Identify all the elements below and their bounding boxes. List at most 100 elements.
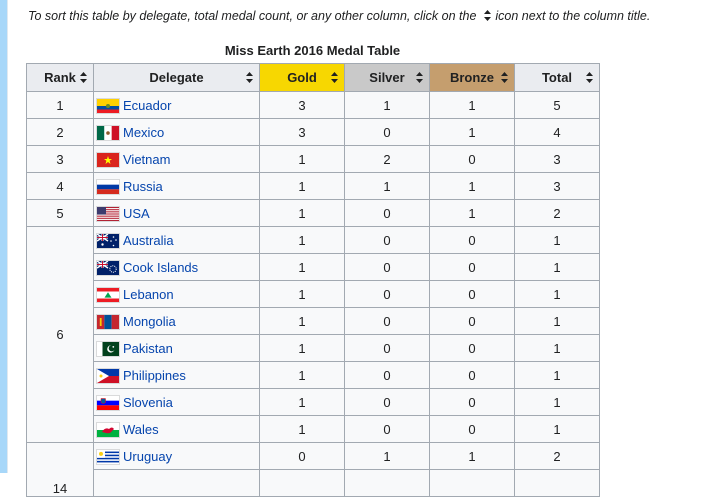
table-row: 5 USA 1 0 1 2	[26, 199, 600, 227]
silver-cell: 0	[344, 307, 430, 335]
delegate-link[interactable]: Mexico	[123, 125, 164, 140]
delegate-link[interactable]: Australia	[123, 233, 174, 248]
bronze-cell: 1	[429, 199, 515, 227]
bronze-cell: 0	[429, 334, 515, 362]
usa-flag-icon	[97, 206, 119, 221]
delegate-link[interactable]: Slovenia	[123, 395, 173, 410]
delegate-link[interactable]: Uruguay	[123, 449, 172, 464]
bronze-cell: 1	[429, 91, 515, 119]
bronze-column-header[interactable]: Bronze	[429, 63, 515, 92]
silver-cell: 0	[344, 118, 430, 146]
table-row: 2 Mexico 3 0 1 4	[26, 118, 600, 146]
table-row: Slovenia 1 0 0 1	[27, 388, 600, 416]
philippines-flag-icon	[97, 368, 119, 383]
rank-cell: 1	[26, 91, 94, 119]
delegate-link[interactable]: USA	[123, 206, 150, 221]
delegate-column-header[interactable]: Delegate	[93, 63, 260, 92]
bronze-cell: 0	[429, 280, 515, 308]
delegate-cell: Uruguay	[93, 442, 260, 470]
mongolia-flag-icon	[97, 314, 119, 329]
bronze-cell: 0	[429, 145, 515, 173]
page-left-border-shadow	[7, 0, 8, 473]
rank-cell: 14	[26, 442, 94, 497]
silver-cell: 0	[344, 280, 430, 308]
table-row: Mongolia 1 0 0 1	[27, 307, 600, 335]
table-row: 4 Russia 1 1 1 3	[26, 172, 600, 200]
total-cell: 1	[514, 226, 600, 254]
bronze-cell: 1	[429, 442, 515, 470]
rank-cell: 6	[26, 226, 94, 443]
gold-cell: 1	[259, 415, 345, 443]
sort-arrows-icon[interactable]	[586, 72, 593, 83]
delegate-link[interactable]: Pakistan	[123, 341, 173, 356]
bronze-header-label: Bronze	[449, 70, 495, 85]
gold-cell: 1	[259, 280, 345, 308]
table-row	[27, 469, 600, 497]
cook-islands-flag-icon	[97, 260, 119, 275]
rank-column-header[interactable]: Rank	[26, 63, 94, 92]
delegate-link[interactable]: Russia	[123, 179, 163, 194]
total-cell: 1	[514, 415, 600, 443]
delegate-link[interactable]: Mongolia	[123, 314, 176, 329]
table-row: Pakistan 1 0 0 1	[27, 334, 600, 362]
delegate-cell: Slovenia	[93, 388, 260, 416]
ecuador-flag-icon	[97, 98, 119, 113]
silver-cell: 2	[344, 145, 430, 173]
bronze-cell: 0	[429, 361, 515, 389]
delegate-cell: Australia	[93, 226, 260, 254]
silver-cell: 0	[344, 388, 430, 416]
table-row: Wales 1 0 0 1	[27, 415, 600, 443]
delegate-cell: Mexico	[93, 118, 260, 146]
delegate-cell: Lebanon	[93, 280, 260, 308]
delegate-cell: Philippines	[93, 361, 260, 389]
bronze-cell: 1	[429, 118, 515, 146]
sort-arrows-icon	[484, 10, 492, 21]
gold-cell	[259, 469, 345, 497]
delegate-link[interactable]: Lebanon	[123, 287, 174, 302]
delegate-link[interactable]: Vietnam	[123, 152, 170, 167]
sort-arrows-icon[interactable]	[80, 72, 87, 83]
gold-column-header[interactable]: Gold	[259, 63, 345, 92]
delegate-link[interactable]: Cook Islands	[123, 260, 198, 275]
silver-cell: 0	[344, 361, 430, 389]
silver-cell: 0	[344, 226, 430, 254]
gold-cell: 1	[259, 334, 345, 362]
delegate-link[interactable]: Wales	[123, 422, 159, 437]
silver-cell: 0	[344, 199, 430, 227]
sort-arrows-icon[interactable]	[416, 72, 423, 83]
total-cell: 3	[514, 145, 600, 173]
total-cell: 2	[514, 442, 600, 470]
total-cell: 1	[514, 388, 600, 416]
bronze-cell: 1	[429, 172, 515, 200]
bronze-cell	[429, 469, 515, 497]
mexico-flag-icon	[97, 125, 119, 140]
total-cell: 2	[514, 199, 600, 227]
total-cell: 4	[514, 118, 600, 146]
wales-flag-icon	[97, 422, 119, 437]
table-row: 1 Ecuador 3 1 1 5	[26, 91, 600, 119]
gold-cell: 1	[259, 253, 345, 281]
delegate-link[interactable]: Ecuador	[123, 98, 171, 113]
uruguay-flag-icon	[97, 449, 119, 464]
total-column-header[interactable]: Total	[514, 63, 600, 92]
gold-cell: 1	[259, 199, 345, 227]
delegate-cell: Mongolia	[93, 307, 260, 335]
total-cell: 5	[514, 91, 600, 119]
delegate-cell: Ecuador	[93, 91, 260, 119]
total-cell	[514, 469, 600, 497]
table-row: 14 Uruguay 0 1 1 2	[26, 442, 600, 497]
silver-column-header[interactable]: Silver	[344, 63, 430, 92]
total-cell: 1	[514, 334, 600, 362]
table-row: 6 Australia 1 0 0 1	[26, 226, 600, 443]
silver-cell: 0	[344, 415, 430, 443]
delegate-cell	[93, 469, 260, 497]
sort-arrows-icon[interactable]	[331, 72, 338, 83]
sort-instructions-after: icon next to the column title.	[495, 9, 651, 23]
table-row: Philippines 1 0 0 1	[27, 361, 600, 389]
silver-cell: 1	[344, 172, 430, 200]
bronze-cell: 0	[429, 226, 515, 254]
delegate-link[interactable]: Philippines	[123, 368, 186, 383]
sort-arrows-icon[interactable]	[501, 72, 508, 83]
sort-arrows-icon[interactable]	[246, 72, 253, 83]
total-cell: 1	[514, 307, 600, 335]
